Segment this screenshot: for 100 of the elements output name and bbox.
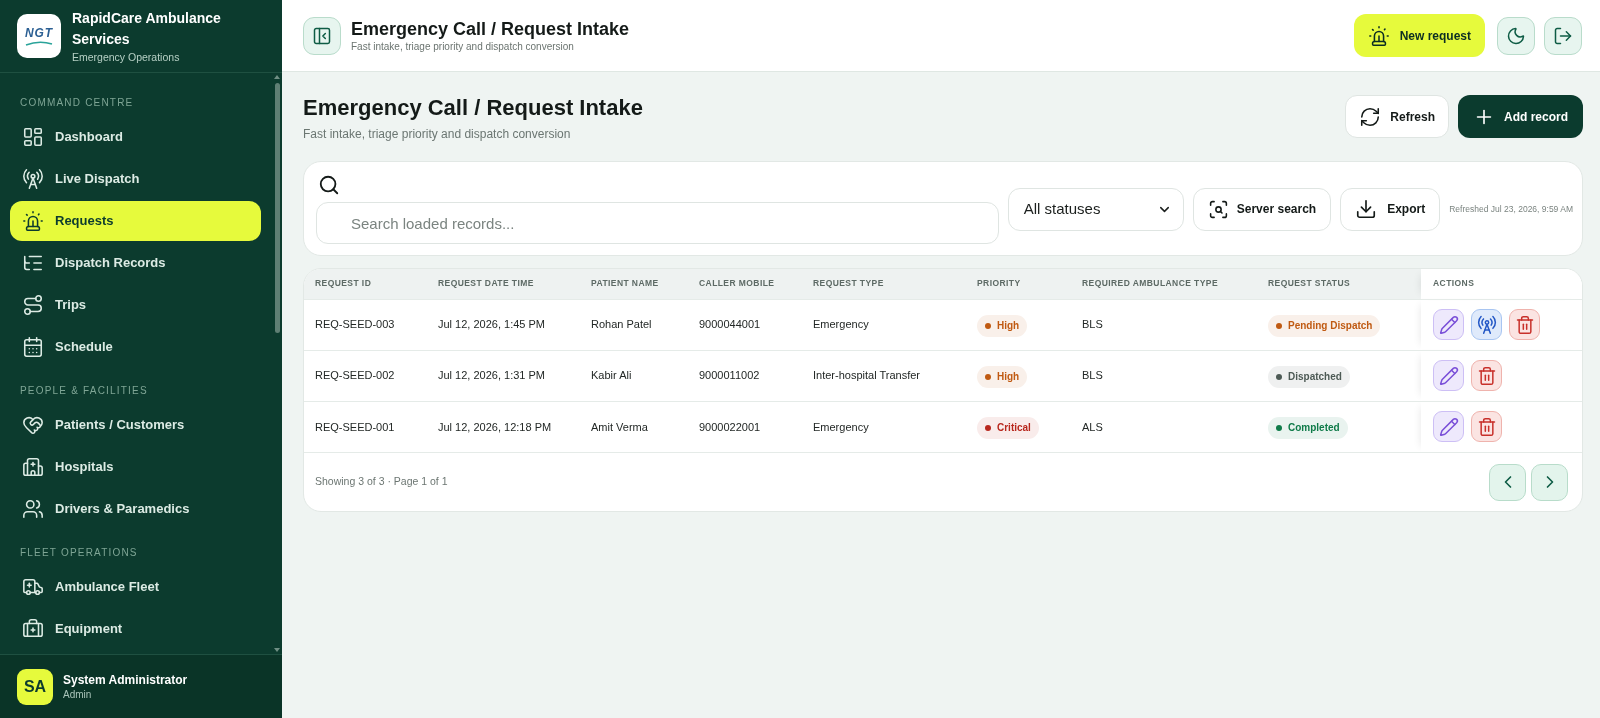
layout-grid-icon — [22, 126, 44, 148]
table-cell: BLS — [1071, 299, 1257, 350]
search-field[interactable]: Search loaded records... — [316, 202, 999, 244]
nav-item[interactable]: Dashboard — [10, 117, 261, 157]
column-header: ACTIONS — [1421, 269, 1582, 299]
avatar: SA — [17, 668, 53, 705]
nav-item[interactable]: Equipment — [10, 609, 261, 649]
nav-item[interactable]: Trips — [10, 285, 261, 325]
pencil-icon — [1438, 365, 1459, 386]
section-label: FLEET OPERATIONS — [19, 546, 139, 560]
status-label: Dispatched — [1288, 371, 1342, 383]
theme-toggle-button[interactable] — [1497, 16, 1535, 55]
table-cell: Emergency — [802, 401, 966, 452]
add-record-button[interactable]: Add record — [1458, 95, 1583, 138]
edit-button[interactable] — [1433, 360, 1464, 391]
user-role: Admin — [63, 687, 93, 701]
column-header: REQUEST ID — [304, 269, 427, 299]
new-request-button[interactable]: New request — [1353, 14, 1485, 57]
status-label: Completed — [1288, 422, 1340, 435]
logout-button[interactable] — [1544, 16, 1582, 55]
heart-handshake-icon — [22, 414, 44, 436]
table-cell: ALS — [1071, 401, 1257, 452]
nav-item[interactable]: Schedule — [10, 327, 261, 367]
trash-icon — [1476, 416, 1497, 437]
download-icon — [1355, 198, 1378, 220]
page-subtitle: Fast intake, triage priority and dispatch conversion — [303, 127, 572, 142]
table-cell: Jul 12, 2026, 12:18 PM — [427, 401, 580, 452]
refresh-button[interactable]: Refresh — [1345, 95, 1449, 138]
export-button[interactable]: Export — [1340, 187, 1441, 231]
user-name: System Administrator — [63, 672, 188, 688]
delete-button[interactable] — [1471, 360, 1502, 391]
table-cell: Kabir Ali — [580, 350, 688, 401]
delete-button[interactable] — [1509, 309, 1540, 340]
refreshed-timestamp: Refreshed Jul 23, 2026, 9:59 AM — [1449, 202, 1573, 216]
edit-button[interactable] — [1433, 411, 1464, 443]
status-select[interactable]: All statuses — [1007, 187, 1184, 231]
route-icon — [22, 294, 44, 316]
scan-search-icon — [1207, 198, 1229, 220]
top-bar-subtitle: Fast intake, triage priority and dispatch conversion — [351, 40, 575, 53]
users-icon — [22, 498, 44, 520]
table-cell: REQ-SEED-002 — [304, 350, 427, 401]
delete-button[interactable] — [1471, 411, 1502, 443]
server-search-button[interactable]: Server search — [1192, 187, 1332, 231]
calendar-icon — [22, 336, 44, 358]
column-header: PATIENT NAME — [580, 269, 688, 299]
siren-icon — [22, 210, 44, 232]
pencil-icon — [1438, 416, 1459, 437]
priority-label: High — [997, 320, 1020, 332]
pencil-icon — [1438, 314, 1459, 335]
table-cell: Rohan Patel — [580, 299, 688, 350]
nav-item[interactable]: Patients / Customers — [10, 405, 261, 445]
table-cell: Emergency — [802, 299, 966, 350]
column-header: REQUIRED AMBULANCE TYPE — [1071, 269, 1257, 299]
trash-icon — [1514, 314, 1535, 335]
scroll-down-icon — [274, 648, 280, 652]
sidebar-toggle-button[interactable] — [303, 16, 341, 55]
table-cell: 9000022001 — [688, 401, 802, 452]
table-cell: REQ-SEED-001 — [304, 401, 427, 452]
table-cell: 9000044001 — [688, 299, 802, 350]
brand-name: RapidCare Ambulance Services — [72, 8, 222, 49]
table-cell: Jul 12, 2026, 1:31 PM — [427, 350, 580, 401]
pagination-summary: Showing 3 of 3 · Page 1 of 1 — [315, 474, 448, 490]
table-cell: REQ-SEED-003 — [304, 299, 427, 350]
table-cell: Jul 12, 2026, 1:45 PM — [427, 299, 580, 350]
table-cell: 9000011002 — [688, 350, 802, 401]
section-label: PEOPLE & FACILITIES — [19, 384, 149, 398]
column-header: CALLER MOBILE — [688, 269, 802, 299]
refresh-icon — [1359, 105, 1382, 128]
nav-item[interactable]: Live Dispatch — [10, 159, 261, 199]
edit-button[interactable] — [1433, 309, 1464, 340]
scroll-up-icon — [274, 75, 280, 79]
logo-text: NGT — [24, 26, 54, 40]
panel-left-icon — [312, 25, 332, 46]
siren-icon — [1367, 24, 1390, 47]
column-header: REQUEST STATUS — [1257, 269, 1421, 299]
moon-icon — [1506, 25, 1526, 46]
nav-item[interactable]: Ambulance Fleet — [10, 567, 261, 607]
page-title: Emergency Call / Request Intake — [303, 95, 643, 121]
search-icon — [318, 174, 340, 196]
nav-item[interactable]: Requests — [10, 201, 261, 241]
top-bar-title: Emergency Call / Request Intake — [351, 18, 630, 40]
radio-tower-icon — [1476, 314, 1497, 335]
column-header: REQUEST TYPE — [802, 269, 966, 299]
table-cell: Inter-hospital Transfer — [802, 350, 966, 401]
medical-case-icon — [22, 618, 44, 640]
trash-icon — [1476, 365, 1497, 386]
column-header: REQUEST DATE TIME — [427, 269, 580, 299]
table-cell: Amit Verma — [580, 401, 688, 452]
hospital-icon — [22, 456, 44, 478]
column-header: PRIORITY — [966, 269, 1071, 299]
table-cell: BLS — [1071, 350, 1257, 401]
logout-icon — [1553, 25, 1573, 46]
nav-item[interactable]: Hospitals — [10, 447, 261, 487]
dispatch-button[interactable] — [1471, 309, 1502, 340]
swoosh-icon — [25, 40, 53, 46]
brand-subtitle: Emergency Operations — [72, 49, 181, 65]
nav-item[interactable]: Dispatch Records — [10, 243, 261, 283]
priority-label: High — [997, 371, 1020, 383]
nav-item[interactable]: Drivers & Paramedics — [10, 489, 261, 529]
ambulance-icon — [22, 576, 44, 598]
